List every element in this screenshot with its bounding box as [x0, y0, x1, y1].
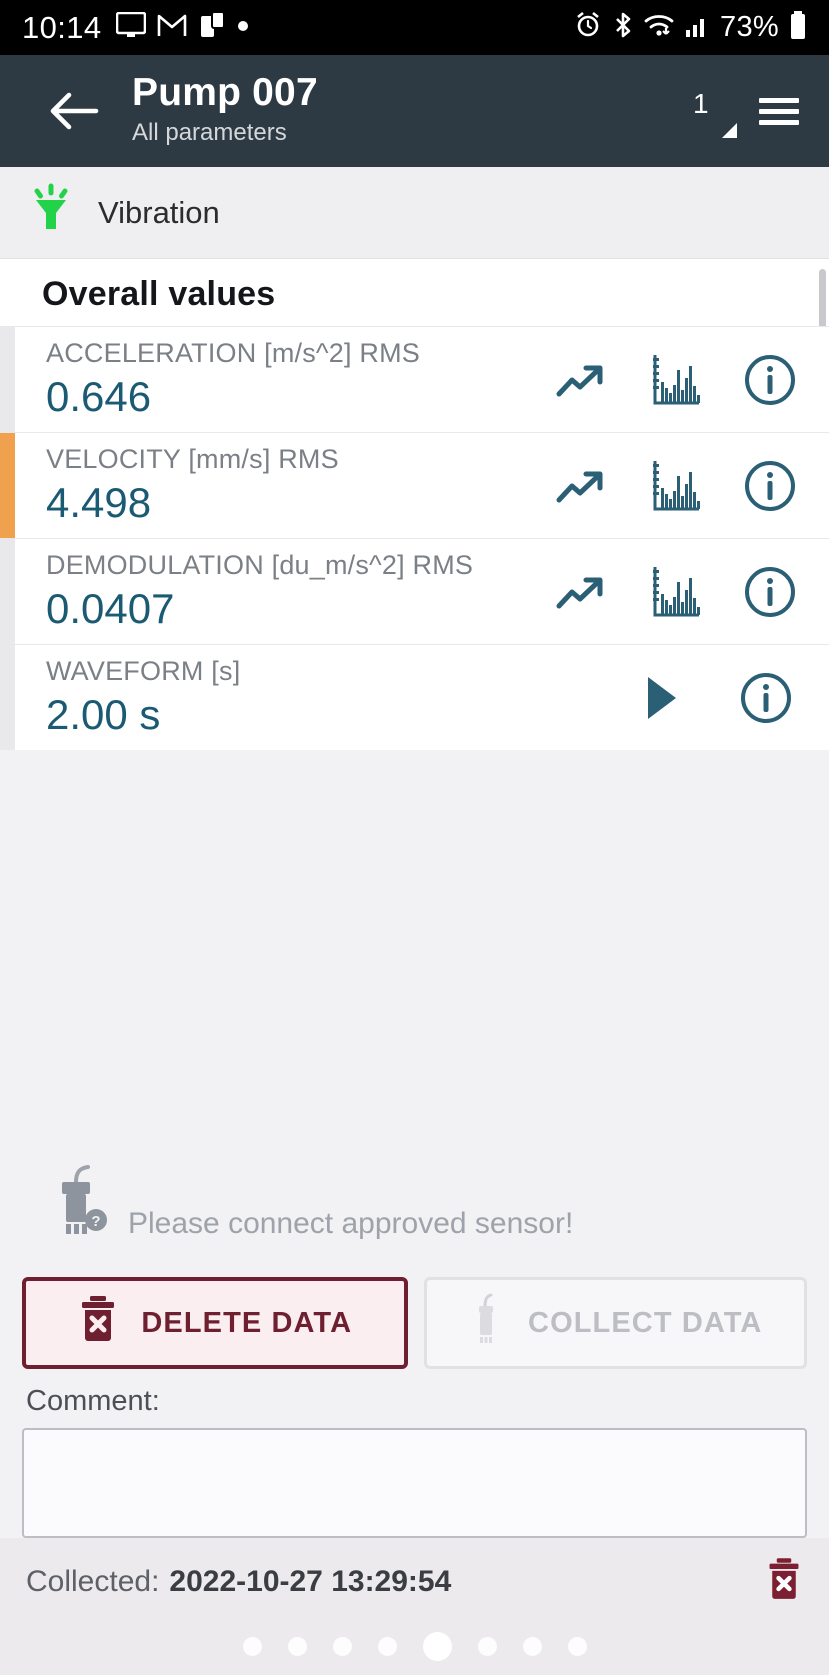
status-bar: 10:14 73%	[0, 0, 829, 55]
parameter-label: DEMODULATION [du_m/s^2] RMS	[46, 550, 474, 581]
app-bar: Pump 007 All parameters 1	[0, 55, 829, 167]
page-dot[interactable]	[567, 1636, 587, 1656]
dot-icon	[237, 19, 249, 37]
app-icon	[198, 11, 226, 44]
page-subtitle: All parameters	[132, 119, 287, 147]
info-icon[interactable]	[741, 457, 799, 515]
app-screen: 10:14 73% Pump 007 All parameters 1 Vibr…	[0, 0, 829, 1675]
collected-timestamp: 2022-10-27 13:29:54	[169, 1564, 452, 1598]
collect-data-button[interactable]: COLLECT DATA	[423, 1277, 807, 1369]
parameter-row-waveform[interactable]: WAVEFORM [s] 2.00 s	[0, 644, 829, 750]
trend-up-icon[interactable]	[553, 457, 611, 515]
page-dot[interactable]	[377, 1636, 397, 1656]
trend-up-icon[interactable]	[553, 351, 611, 409]
page-indicator	[0, 1617, 829, 1675]
status-indicator	[0, 539, 15, 644]
sensor-help-icon: ?	[46, 1160, 116, 1251]
page-dot[interactable]	[287, 1636, 307, 1656]
parameter-value: 4.498	[46, 479, 152, 527]
page-dot[interactable]	[477, 1636, 497, 1656]
parameter-value: 0.0407	[46, 585, 175, 633]
parameter-row-velocity[interactable]: VELOCITY [mm/s] RMS 4.498	[0, 432, 829, 538]
comment-label: Comment:	[26, 1385, 160, 1417]
comment-section: Comment:	[0, 1369, 829, 1538]
info-icon[interactable]	[741, 351, 799, 409]
status-indicator	[0, 645, 15, 750]
measurement-count-selector[interactable]: 1	[679, 82, 739, 140]
info-icon[interactable]	[737, 669, 795, 727]
parameter-label: WAVEFORM [s]	[46, 656, 241, 687]
status-bar-clock: 10:14	[22, 9, 102, 45]
parameter-row-acceleration[interactable]: ACCELERATION [m/s^2] RMS 0.646	[0, 326, 829, 432]
overall-values-heading: Overall values	[42, 275, 276, 313]
sensor-type-label: Vibration	[98, 194, 220, 230]
back-arrow-icon[interactable]	[48, 90, 100, 132]
battery-icon	[789, 10, 807, 45]
play-icon[interactable]	[633, 669, 691, 727]
overall-values-card: Overall values ACCELERATION [m/s^2] RMS …	[0, 259, 829, 750]
collected-footer: Collected: 2022-10-27 13:29:54	[0, 1538, 829, 1617]
bluetooth-icon	[612, 11, 634, 44]
wifi-icon	[644, 12, 674, 43]
battery-percent: 73%	[720, 11, 779, 43]
sensor-notice: ? Please connect approved sensor!	[46, 1160, 573, 1251]
page-dot[interactable]	[332, 1636, 352, 1656]
parameter-label: VELOCITY [mm/s] RMS	[46, 444, 339, 475]
trend-up-icon[interactable]	[553, 563, 611, 621]
vibration-sensor-icon	[26, 183, 76, 242]
info-icon[interactable]	[741, 563, 799, 621]
page-dot-active[interactable]	[422, 1631, 452, 1661]
comment-input[interactable]	[22, 1428, 807, 1538]
sensor-notice-text: Please connect approved sensor!	[128, 1207, 574, 1240]
list-menu-icon[interactable]	[759, 97, 803, 125]
status-indicator-warning	[0, 433, 15, 538]
page-dot[interactable]	[242, 1636, 262, 1656]
menu-line	[759, 119, 799, 125]
menu-line	[759, 108, 799, 114]
alarm-icon	[574, 11, 602, 44]
spectrum-chart-icon[interactable]	[647, 563, 705, 621]
parameter-value: 2.00 s	[46, 691, 161, 739]
trash-x-icon[interactable]	[765, 1556, 803, 1607]
collect-data-label: COLLECT DATA	[528, 1306, 763, 1339]
menu-line	[759, 97, 799, 103]
content-spacer: ? Please connect approved sensor!	[0, 750, 829, 1277]
svg-text:?: ?	[91, 1213, 100, 1230]
signal-icon	[684, 12, 710, 43]
parameter-row-demodulation[interactable]: DEMODULATION [du_m/s^2] RMS 0.0407	[0, 538, 829, 644]
triangle-indicator-icon	[722, 123, 737, 138]
parameter-label: ACCELERATION [m/s^2] RMS	[46, 338, 421, 369]
trash-x-icon	[77, 1294, 119, 1352]
gmail-icon	[157, 12, 187, 43]
action-buttons: DELETE DATA COLLECT DATA	[0, 1277, 829, 1369]
sensor-icon	[468, 1292, 506, 1354]
sensor-type-bar[interactable]: Vibration	[0, 167, 829, 259]
monitor-icon	[115, 11, 146, 43]
delete-data-button[interactable]: DELETE DATA	[22, 1277, 408, 1369]
measurement-count: 1	[693, 88, 709, 119]
delete-data-label: DELETE DATA	[141, 1306, 353, 1339]
parameter-value: 0.646	[46, 373, 152, 421]
page-title: Pump 007	[132, 71, 318, 115]
spectrum-chart-icon[interactable]	[647, 457, 705, 515]
status-indicator	[0, 327, 15, 432]
spectrum-chart-icon[interactable]	[647, 351, 705, 409]
page-dot[interactable]	[522, 1636, 542, 1656]
collected-label: Collected:	[26, 1564, 160, 1598]
